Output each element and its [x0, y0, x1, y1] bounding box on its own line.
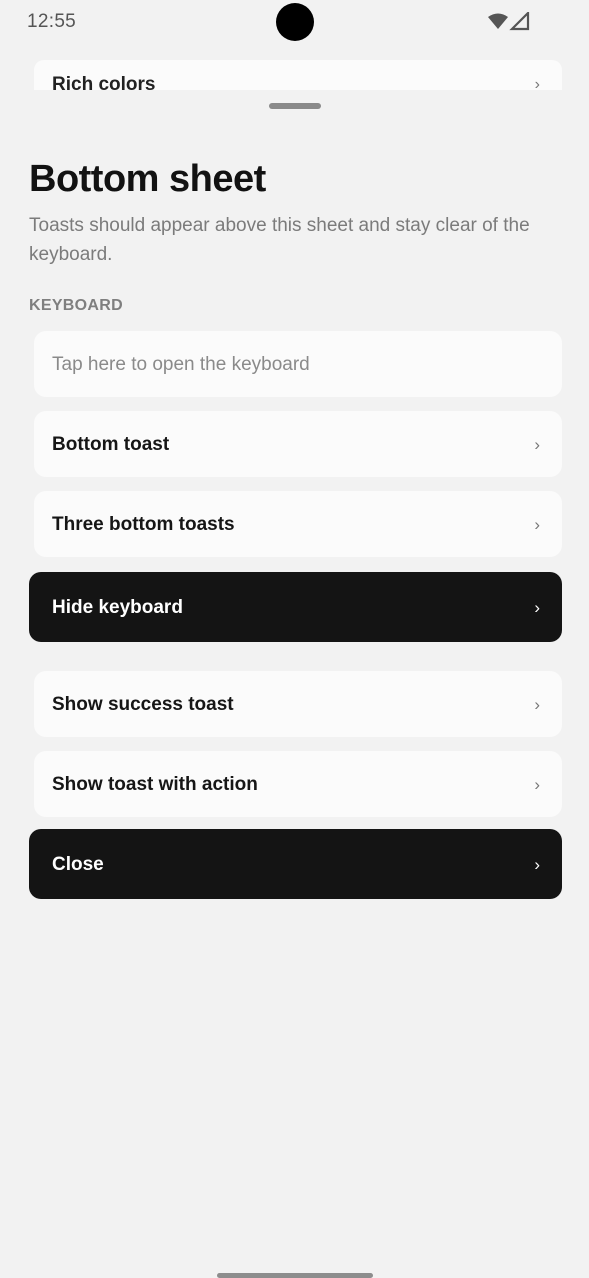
status-icons [486, 12, 532, 32]
status-bar: 12:55 [0, 0, 589, 46]
row-label: Close [52, 854, 104, 875]
wifi-icon [488, 13, 508, 29]
row-label: Bottom toast [52, 434, 170, 455]
sheet-drag-handle[interactable] [269, 103, 321, 109]
show-success-toast-button[interactable]: Show success toast › [34, 671, 562, 737]
row-label: Show success toast [52, 694, 234, 715]
sheet-title: Bottom sheet [29, 158, 266, 200]
row-label: Three bottom toasts [52, 514, 235, 535]
keyboard-input-field[interactable]: Tap here to open the keyboard [34, 331, 562, 397]
close-button[interactable]: Close › [29, 829, 562, 899]
bottom-sheet: Bottom sheet Toasts should appear above … [0, 90, 589, 1278]
chevron-right-icon: › [534, 435, 540, 454]
show-toast-with-action-button[interactable]: Show toast with action › [34, 751, 562, 817]
chevron-right-icon: › [534, 695, 540, 714]
chevron-right-icon: › [534, 775, 540, 794]
chevron-right-icon: › [534, 855, 540, 874]
chevron-right-icon: › [534, 515, 540, 534]
row-label: Hide keyboard [52, 597, 183, 618]
cellular-signal-icon [509, 12, 530, 31]
camera-cutout [276, 3, 314, 41]
home-indicator[interactable] [217, 1273, 373, 1278]
hide-keyboard-button[interactable]: Hide keyboard › [29, 572, 562, 642]
status-time: 12:55 [27, 11, 77, 32]
keyboard-input-placeholder: Tap here to open the keyboard [52, 354, 310, 375]
sheet-description: Toasts should appear above this sheet an… [29, 215, 530, 265]
chevron-right-icon: › [534, 598, 540, 617]
section-label-keyboard: KEYBOARD [29, 297, 123, 314]
bottom-toast-button[interactable]: Bottom toast › [34, 411, 562, 477]
screen: 12:55 Rich colors › Bottom sheet Toasts … [0, 0, 589, 1278]
three-bottom-toasts-button[interactable]: Three bottom toasts › [34, 491, 562, 557]
row-label: Show toast with action [52, 774, 258, 795]
